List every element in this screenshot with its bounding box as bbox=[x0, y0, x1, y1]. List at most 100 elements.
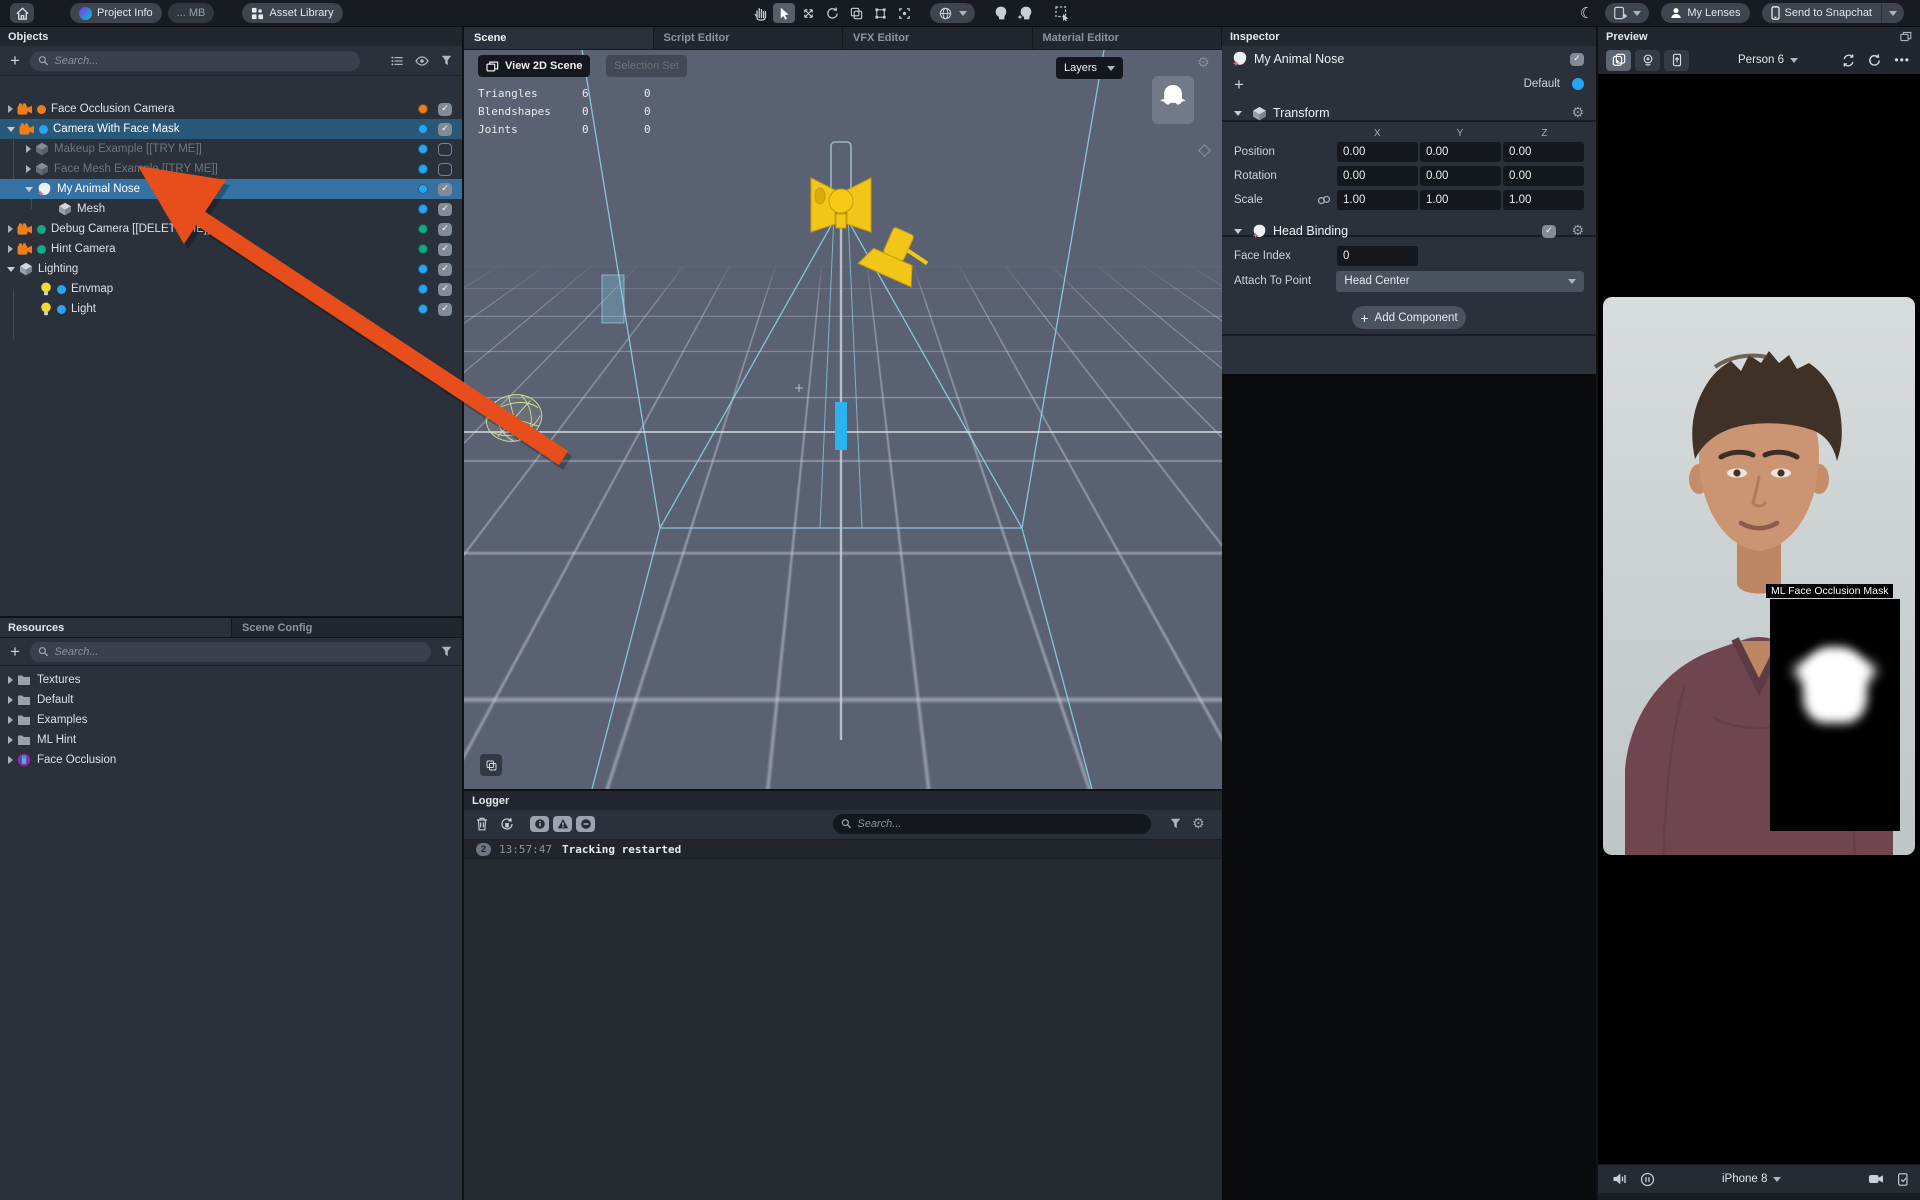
marquee-select-button[interactable] bbox=[1051, 3, 1073, 23]
add-resource-button[interactable]: + bbox=[10, 643, 20, 660]
enabled-checkbox[interactable]: ✓ bbox=[438, 203, 452, 216]
tab-material-editor[interactable]: Material Editor bbox=[1033, 27, 1223, 49]
view-2d-scene-button[interactable]: View 2D Scene bbox=[478, 55, 590, 77]
chevron-right-icon[interactable] bbox=[8, 245, 13, 253]
pan-tool-button[interactable] bbox=[749, 3, 771, 23]
face-effect-button[interactable] bbox=[1014, 3, 1036, 23]
render-order-dot[interactable] bbox=[418, 204, 428, 214]
tab-vfx-editor[interactable]: VFX Editor bbox=[843, 27, 1033, 49]
world-space-dropdown[interactable] bbox=[930, 3, 975, 23]
error-filter-toggle[interactable] bbox=[576, 816, 595, 832]
send-options-dropdown[interactable] bbox=[1881, 3, 1904, 23]
resources-search[interactable] bbox=[30, 642, 431, 662]
scene-viewport[interactable]: View 2D Scene Selection Set Triangles 6 0 … bbox=[464, 50, 1222, 789]
render-order-dot[interactable] bbox=[418, 184, 428, 194]
chevron-right-icon[interactable] bbox=[8, 716, 13, 724]
selection-set-button[interactable]: Selection Set bbox=[606, 55, 687, 77]
chevron-right-icon[interactable] bbox=[8, 225, 13, 233]
project-info-button[interactable]: Project Info bbox=[70, 3, 162, 23]
face-index-input[interactable] bbox=[1337, 246, 1418, 266]
pause-preview-button[interactable] bbox=[1640, 1172, 1655, 1187]
render-order-dot[interactable] bbox=[418, 224, 428, 234]
render-order-dot[interactable] bbox=[418, 144, 428, 154]
rotation-z-input[interactable] bbox=[1503, 166, 1584, 186]
log-entry[interactable]: 2 13:57:47 Tracking restarted bbox=[464, 839, 1222, 859]
resource-item-textures[interactable]: Textures bbox=[0, 670, 462, 690]
chevron-right-icon[interactable] bbox=[8, 105, 13, 113]
scale-y-input[interactable] bbox=[1420, 190, 1501, 210]
enabled-checkbox[interactable]: ✓ bbox=[438, 303, 452, 316]
enabled-checkbox[interactable]: ✓ bbox=[438, 263, 452, 276]
project-size-button[interactable]: ... MB bbox=[168, 3, 215, 23]
tree-item-face-occlusion-camera[interactable]: Face Occlusion Camera ✓ bbox=[0, 99, 462, 119]
render-order-dot[interactable] bbox=[418, 124, 428, 134]
objects-search-input[interactable] bbox=[54, 55, 352, 67]
enabled-checkbox[interactable]: ✓ bbox=[438, 283, 452, 296]
home-button[interactable] bbox=[10, 3, 34, 23]
enabled-checkbox[interactable]: ✓ bbox=[438, 183, 452, 196]
person-dropdown[interactable]: Person 6 bbox=[1738, 54, 1798, 66]
tab-script-editor[interactable]: Script Editor bbox=[654, 27, 844, 49]
resource-item-ml-hint[interactable]: ML Hint bbox=[0, 730, 462, 750]
resource-item-default[interactable]: Default bbox=[0, 690, 462, 710]
default-layer-dot[interactable] bbox=[1572, 78, 1584, 90]
more-options-button[interactable]: ••• bbox=[1894, 53, 1910, 67]
enabled-checkbox[interactable] bbox=[438, 143, 452, 156]
enabled-checkbox[interactable]: ✓ bbox=[438, 103, 452, 116]
tree-item-mesh[interactable]: Mesh ✓ bbox=[0, 199, 462, 219]
layers-dropdown[interactable]: Layers bbox=[1056, 57, 1123, 79]
tree-item-light[interactable]: Light ✓ bbox=[0, 299, 462, 319]
chevron-down-icon[interactable] bbox=[25, 187, 33, 192]
transform-tool-button[interactable] bbox=[869, 3, 891, 23]
objects-search[interactable] bbox=[30, 51, 360, 71]
chevron-right-icon[interactable] bbox=[8, 676, 13, 684]
duplicate-tool-button[interactable] bbox=[845, 3, 867, 23]
my-lenses-button[interactable]: My Lenses bbox=[1661, 3, 1749, 23]
preview-mode-camera-button[interactable] bbox=[1606, 50, 1631, 71]
frame-tool-button[interactable] bbox=[893, 3, 915, 23]
list-view-button[interactable] bbox=[391, 56, 403, 66]
chevron-right-icon[interactable] bbox=[8, 756, 13, 764]
add-object-button[interactable]: + bbox=[10, 52, 20, 69]
preview-mode-webcam-button[interactable] bbox=[1635, 50, 1660, 71]
rotation-y-input[interactable] bbox=[1420, 166, 1501, 186]
tab-scene-config[interactable]: Scene Config bbox=[232, 618, 462, 637]
scale-tool-button[interactable] bbox=[797, 3, 819, 23]
send-to-snapchat-button[interactable]: Send to Snapchat bbox=[1762, 3, 1881, 23]
scale-x-input[interactable] bbox=[1337, 190, 1418, 210]
position-y-input[interactable] bbox=[1420, 142, 1501, 162]
render-order-dot[interactable] bbox=[418, 304, 428, 314]
tab-resources[interactable]: Resources bbox=[0, 618, 232, 637]
filter-button[interactable] bbox=[441, 646, 452, 657]
preview-window-icon[interactable] bbox=[1900, 31, 1912, 42]
enabled-checkbox[interactable]: ✓ bbox=[438, 223, 452, 236]
object-enabled-checkbox[interactable]: ✓ bbox=[1570, 53, 1584, 66]
scale-z-input[interactable] bbox=[1503, 190, 1584, 210]
add-component-button[interactable]: + Add Component bbox=[1352, 306, 1465, 329]
restart-preview-button[interactable] bbox=[1867, 53, 1882, 68]
logger-settings-gear-icon[interactable]: ⚙ bbox=[1192, 817, 1205, 831]
add-device-dropdown[interactable] bbox=[1605, 3, 1649, 23]
resource-item-face-occlusion[interactable]: Face Occlusion bbox=[0, 750, 462, 770]
tree-item-my-animal-nose[interactable]: My Animal Nose ✓ bbox=[0, 179, 462, 199]
tree-item-makeup-example[interactable]: Makeup Example [[TRY ME]] bbox=[0, 139, 462, 159]
filter-button[interactable] bbox=[441, 55, 452, 66]
chevron-down-icon[interactable] bbox=[1234, 229, 1242, 234]
render-order-dot[interactable] bbox=[418, 244, 428, 254]
viewport-settings-gear-icon[interactable]: ⚙ bbox=[1197, 56, 1210, 70]
render-order-dot[interactable] bbox=[418, 104, 428, 114]
preview-mode-device-button[interactable] bbox=[1664, 50, 1689, 71]
logger-filter-button[interactable] bbox=[1170, 818, 1181, 829]
tree-item-hint-camera[interactable]: Hint Camera ✓ bbox=[0, 239, 462, 259]
face-gizmo-button[interactable] bbox=[990, 3, 1012, 23]
visibility-toggle-button[interactable] bbox=[415, 56, 429, 66]
info-filter-toggle[interactable] bbox=[530, 816, 549, 832]
position-x-input[interactable] bbox=[1337, 142, 1418, 162]
warning-filter-toggle[interactable] bbox=[553, 816, 572, 832]
tree-item-camera-with-face-mask[interactable]: Camera With Face Mask ✓ bbox=[0, 119, 462, 139]
swap-source-button[interactable] bbox=[1841, 53, 1856, 68]
chevron-down-icon[interactable] bbox=[7, 127, 15, 132]
chevron-down-icon[interactable] bbox=[7, 267, 15, 272]
tree-item-debug-camera[interactable]: Debug Camera [[DELETE ME]] ✓ bbox=[0, 219, 462, 239]
enabled-checkbox[interactable] bbox=[438, 163, 452, 176]
